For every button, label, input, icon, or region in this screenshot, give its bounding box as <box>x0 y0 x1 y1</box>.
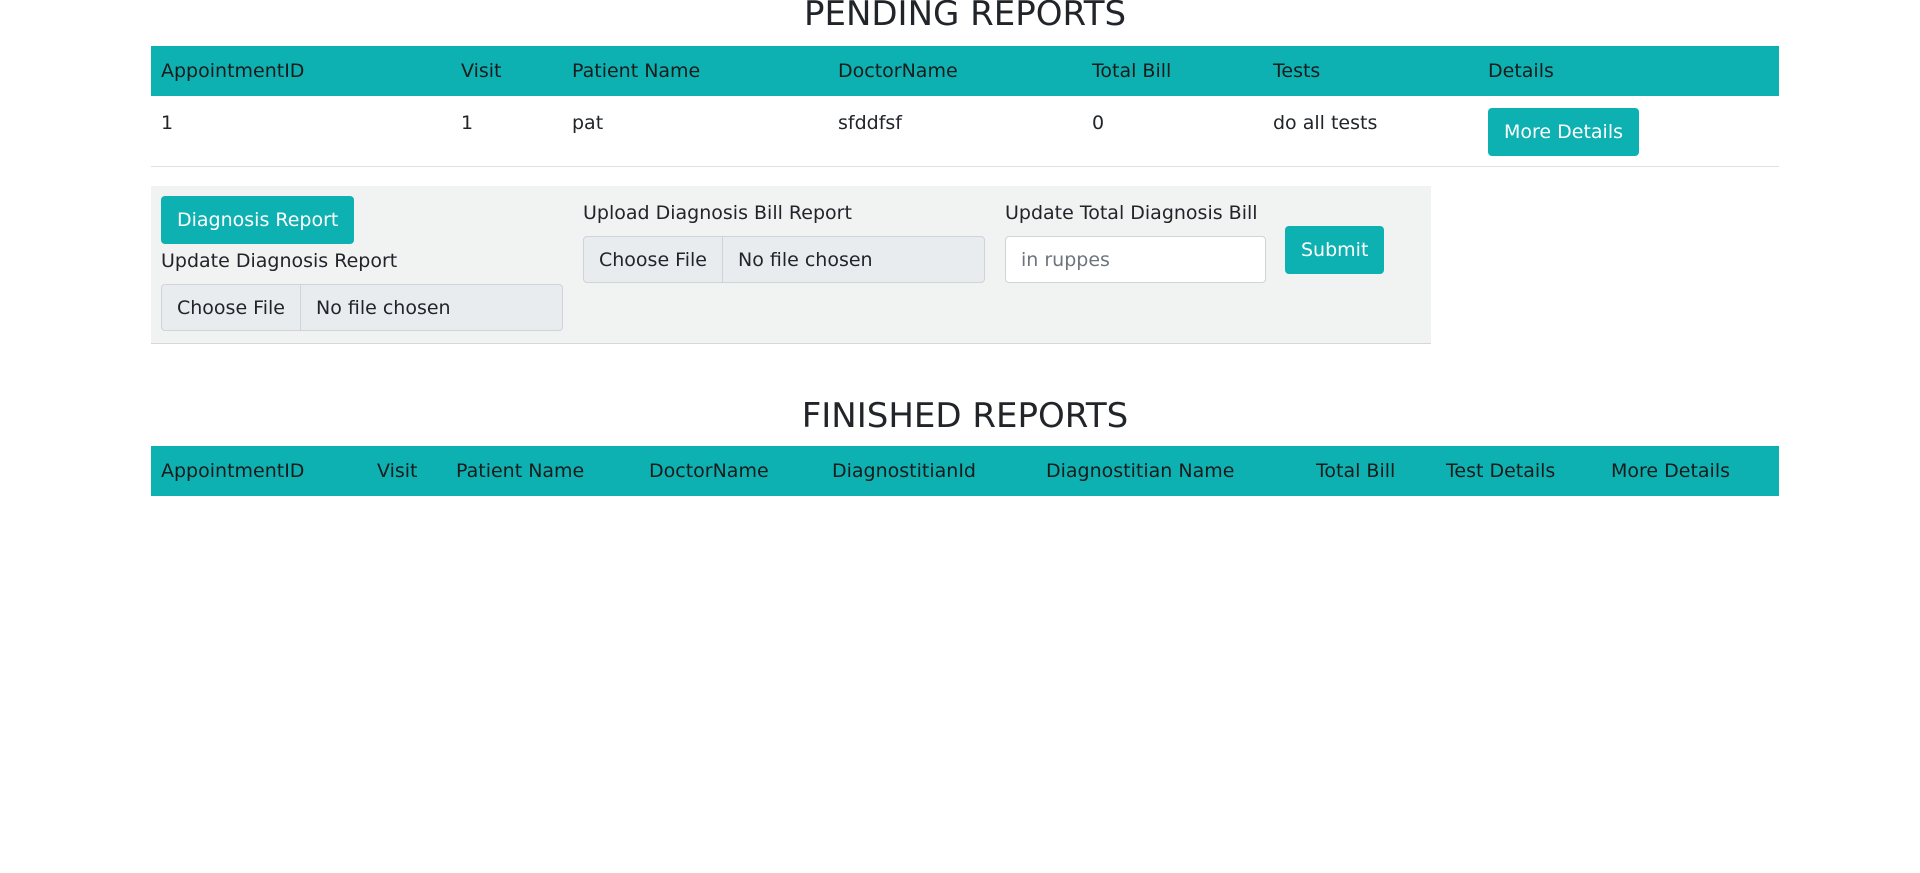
more-details-button[interactable]: More Details <box>1488 108 1640 156</box>
upload-bill-report-file-input[interactable]: Choose File No file chosen <box>583 236 985 283</box>
column-header-total-bill: Total Bill <box>1316 460 1396 482</box>
update-total-bill-label: Update Total Diagnosis Bill <box>1005 202 1258 224</box>
diagnosis-report-button[interactable]: Diagnosis Report <box>161 196 355 244</box>
column-header-diagnostitian-name: Diagnostitian Name <box>1046 460 1235 482</box>
cell-details: More Details <box>1478 96 1779 167</box>
cell-visit: 1 <box>451 96 562 167</box>
column-header-tests: Tests <box>1273 60 1321 82</box>
cell-patient-name: pat <box>562 96 828 167</box>
pending-reports-title: PENDING REPORTS <box>803 0 1127 34</box>
reports-page: PENDING REPORTS AppointmentID Visit Pati… <box>0 0 1920 873</box>
column-header-more-details: More Details <box>1611 460 1731 482</box>
cell-total-bill: 0 <box>1082 96 1263 167</box>
column-header-patient-name: Patient Name <box>456 460 585 482</box>
column-header-appointment-id: AppointmentID <box>161 60 305 82</box>
finished-reports-table: AppointmentID Visit Patient Name DoctorN… <box>151 446 1779 496</box>
diagnosis-upload-panel: Diagnosis Report Update Diagnosis Report… <box>151 186 1431 344</box>
finished-header-row: AppointmentID Visit Patient Name DoctorN… <box>151 446 1779 496</box>
update-diagnosis-report-label: Update Diagnosis Report <box>161 250 398 272</box>
column-header-visit: Visit <box>461 60 502 82</box>
finished-reports-title: FINISHED REPORTS <box>801 396 1129 436</box>
total-bill-input[interactable] <box>1005 236 1266 283</box>
upload-bill-report-label: Upload Diagnosis Bill Report <box>583 202 852 224</box>
choose-file-button[interactable]: Choose File <box>162 285 301 330</box>
column-header-doctor-name: DoctorName <box>649 460 769 482</box>
column-header-doctor-name: DoctorName <box>838 60 958 82</box>
update-diagnosis-report-file-input[interactable]: Choose File No file chosen <box>161 284 563 331</box>
pending-header-row: AppointmentID Visit Patient Name DoctorN… <box>151 46 1779 96</box>
pending-reports-table: AppointmentID Visit Patient Name DoctorN… <box>151 46 1779 167</box>
file-status-text: No file chosen <box>315 296 451 319</box>
cell-doctor-name: sfddfsf <box>828 96 1082 167</box>
column-header-details: Details <box>1488 60 1554 82</box>
table-row: 1 1 pat sfddfsf 0 do all tests More Deta… <box>151 96 1779 167</box>
cell-appointment-id: 1 <box>151 96 451 167</box>
column-header-appointment-id: AppointmentID <box>161 460 305 482</box>
choose-file-button[interactable]: Choose File <box>584 237 723 282</box>
file-status-text: No file chosen <box>737 248 873 271</box>
column-header-test-details: Test Details <box>1446 460 1556 482</box>
submit-button[interactable]: Submit <box>1285 226 1385 274</box>
column-header-diagnostitian-id: DiagnostitianId <box>832 460 976 482</box>
column-header-visit: Visit <box>377 460 418 482</box>
cell-tests: do all tests <box>1263 96 1478 167</box>
column-header-total-bill: Total Bill <box>1092 60 1172 82</box>
column-header-patient-name: Patient Name <box>572 60 701 82</box>
